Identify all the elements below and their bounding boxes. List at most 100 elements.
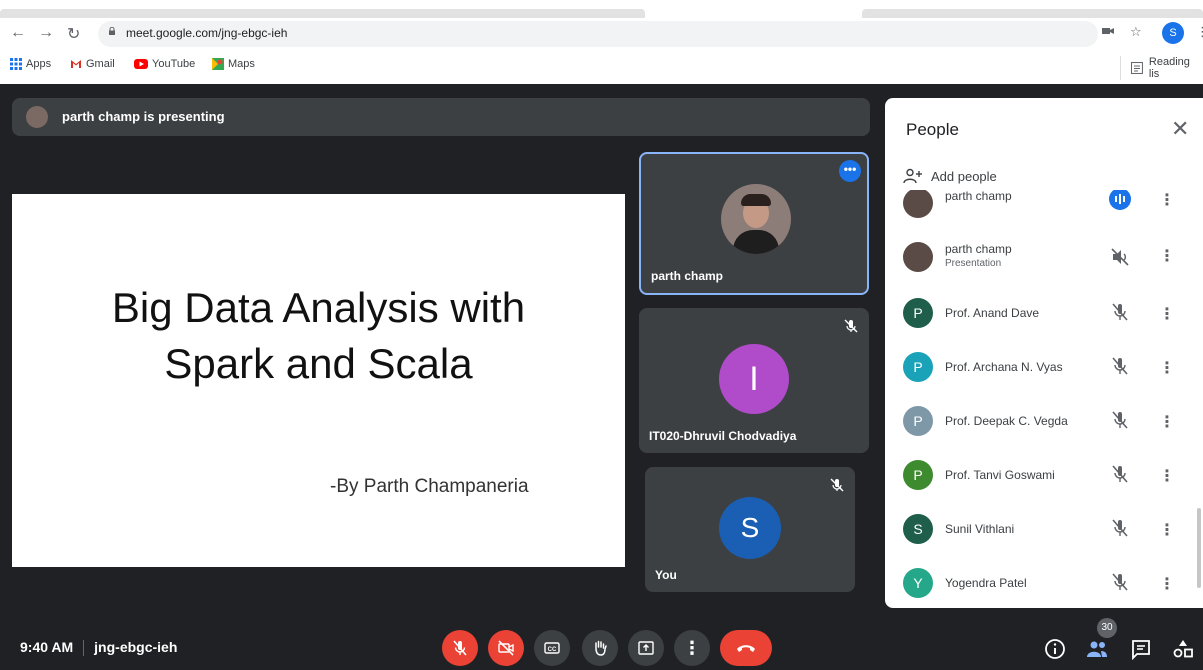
close-icon[interactable]: ✕ <box>1171 118 1189 140</box>
maps-icon <box>212 58 224 70</box>
reading-list-label: Reading lis <box>1148 56 1190 80</box>
people-panel: People ✕ Add people parth champ ⋮ parth … <box>885 98 1203 608</box>
participant-subtitle: Presentation <box>945 258 1002 269</box>
present-icon <box>638 641 654 655</box>
mic-off-icon <box>1112 303 1128 321</box>
participant-row[interactable]: S Sunil Vithlani ⋮ <box>885 500 1203 554</box>
participant-avatar: P <box>903 460 933 490</box>
participant-tile[interactable]: I IT020-Dhruvil Chodvadiya <box>639 308 869 453</box>
presenter-avatar <box>26 106 48 128</box>
activities-icon[interactable] <box>1172 638 1194 660</box>
present-screen-button[interactable] <box>628 630 664 666</box>
forward-icon[interactable]: → <box>38 24 54 42</box>
add-people-label: Add people <box>931 168 997 184</box>
svg-text:CC: CC <box>548 647 557 653</box>
more-options-icon[interactable]: ⋮ <box>1159 466 1175 486</box>
address-bar[interactable]: meet.google.com/jng-ebgc-ieh <box>98 21 1098 47</box>
participant-avatar: P <box>903 298 933 328</box>
speaking-indicator-icon <box>1109 190 1131 210</box>
url-text[interactable]: meet.google.com/jng-ebgc-ieh <box>126 26 287 40</box>
participant-row[interactable]: Y Yogendra Patel ⋮ <box>885 554 1203 608</box>
reading-list[interactable]: Reading lis <box>1120 56 1203 80</box>
people-icon[interactable] <box>1086 638 1108 660</box>
participant-row[interactable]: parth champ ⋮ <box>885 190 1203 230</box>
more-options-icon[interactable]: ⋮ <box>1159 246 1175 266</box>
captions-button[interactable]: CC <box>534 630 570 666</box>
chat-icon[interactable] <box>1130 638 1152 660</box>
more-options-icon[interactable]: ⋮ <box>1159 574 1175 594</box>
bookmark-apps[interactable]: Apps <box>10 58 51 70</box>
self-name: You <box>655 568 677 582</box>
star-icon[interactable]: ☆ <box>1130 24 1142 40</box>
self-avatar: S <box>719 497 781 559</box>
participant-name: Prof. Anand Dave <box>945 306 1040 320</box>
leave-call-button[interactable] <box>720 630 772 666</box>
participant-avatar: P <box>903 406 933 436</box>
camera-toggle-button[interactable] <box>488 630 524 666</box>
mic-off-icon <box>1112 411 1128 429</box>
bookmark-maps[interactable]: Maps <box>212 58 255 70</box>
raise-hand-button[interactable] <box>582 630 618 666</box>
participant-row[interactable]: P Prof. Anand Dave ⋮ <box>885 284 1203 338</box>
hang-up-icon <box>737 645 755 652</box>
participant-avatar: P <box>903 352 933 382</box>
slide-title-line: Spark and Scala <box>164 340 473 387</box>
lock-icon[interactable] <box>108 27 116 35</box>
add-person-icon <box>903 168 922 184</box>
reload-icon[interactable]: ↻ <box>67 24 80 44</box>
bookmark-label: Gmail <box>86 58 115 70</box>
participant-list: parth champ ⋮ parth champ Presentation ⋮… <box>885 190 1203 608</box>
mic-toggle-button[interactable] <box>442 630 478 666</box>
camera-icon[interactable] <box>1102 24 1114 39</box>
participant-row[interactable]: parth champ Presentation ⋮ <box>885 230 1203 284</box>
tab-strip <box>0 0 1203 18</box>
profile-avatar[interactable]: S <box>1162 22 1184 44</box>
camera-off-icon <box>498 640 514 656</box>
volume-off-icon <box>1111 248 1129 266</box>
participant-name: parth champ <box>651 269 724 283</box>
more-options-button[interactable]: ••• <box>839 160 861 182</box>
menu-icon[interactable]: ⋮ <box>1196 24 1203 40</box>
back-icon[interactable]: ← <box>10 24 26 42</box>
self-tile[interactable]: S You <box>645 467 855 592</box>
slide-author: -By Parth Champaneria <box>330 476 529 497</box>
participant-name: IT020-Dhruvil Chodvadiya <box>649 429 797 443</box>
participant-row[interactable]: P Prof. Deepak C. Vegda ⋮ <box>885 392 1203 446</box>
scrollbar[interactable] <box>1197 508 1201 588</box>
more-options-icon[interactable]: ⋮ <box>1159 190 1175 210</box>
bookmark-label: Apps <box>26 58 52 70</box>
more-options-icon[interactable]: ⋮ <box>1159 304 1175 324</box>
control-bar: 9:40 AM jng-ebgc-ieh CC ⋮ 30 <box>0 614 1203 670</box>
browser-chrome: ← → ↻ meet.google.com/jng-ebgc-ieh ☆ S ⋮… <box>0 0 1203 84</box>
participant-name: Prof. Deepak C. Vegda <box>945 414 1068 428</box>
participant-avatar <box>903 242 933 272</box>
more-options-icon[interactable]: ⋮ <box>1159 412 1175 432</box>
tab[interactable] <box>862 9 1203 18</box>
add-people-button[interactable]: Add people <box>903 168 997 184</box>
participant-row[interactable]: P Prof. Tanvi Goswami ⋮ <box>885 446 1203 500</box>
participant-name: Sunil Vithlani <box>945 522 1015 536</box>
participant-row[interactable]: P Prof. Archana N. Vyas ⋮ <box>885 338 1203 392</box>
meeting-info: 9:40 AM jng-ebgc-ieh <box>20 639 177 657</box>
presentation-slide: Big Data Analysis with Spark and Scala -… <box>12 194 625 567</box>
mic-off-icon <box>1112 519 1128 537</box>
presenting-text: parth champ is presenting <box>62 109 225 124</box>
bookmarks-bar: Apps Gmail YouTube Maps Reading lis <box>0 54 1203 80</box>
mic-off-icon <box>1112 465 1128 483</box>
participant-tile[interactable]: ••• parth champ <box>639 152 869 295</box>
meet-main: parth champ is presenting Big Data Analy… <box>0 84 1203 670</box>
bookmark-youtube[interactable]: YouTube <box>134 58 195 70</box>
clock-time: 9:40 AM <box>20 639 74 655</box>
tab[interactable] <box>0 9 645 18</box>
more-options-icon[interactable]: ⋮ <box>1159 520 1175 540</box>
meeting-details-icon[interactable] <box>1044 638 1066 660</box>
slide-title: Big Data Analysis with Spark and Scala <box>12 280 625 392</box>
more-options-icon[interactable]: ⋮ <box>1159 358 1175 378</box>
bookmark-label: YouTube <box>152 58 196 70</box>
presenting-banner: parth champ is presenting <box>12 98 870 136</box>
participant-avatar: I <box>719 344 789 414</box>
participant-name: Prof. Archana N. Vyas <box>945 360 1063 374</box>
more-options-button[interactable]: ⋮ <box>674 630 710 666</box>
bookmark-gmail[interactable]: Gmail <box>70 58 115 70</box>
participant-avatar: S <box>903 514 933 544</box>
